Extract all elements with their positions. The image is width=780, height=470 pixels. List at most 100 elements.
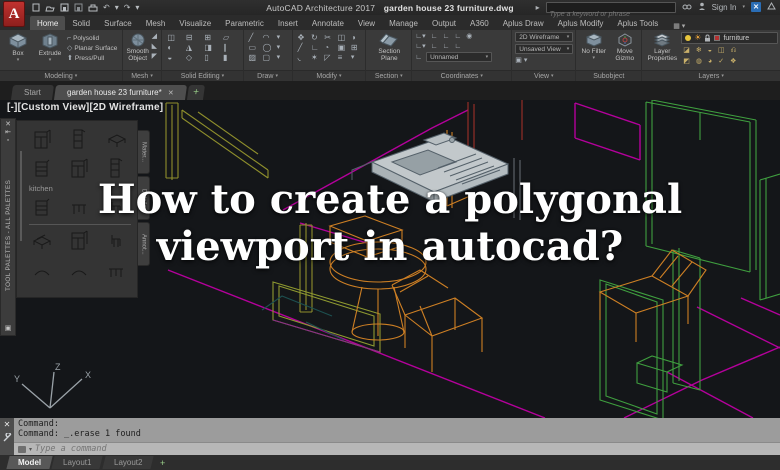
rectangle-icon[interactable]: ▢ — [263, 53, 274, 62]
ribbon-tab-solid[interactable]: Solid — [65, 16, 97, 30]
ribbon-tab-manage[interactable]: Manage — [382, 16, 425, 30]
visual-style-dropdown[interactable]: 2D Wireframe ▾ — [515, 32, 574, 42]
scale-icon[interactable]: ◔ — [324, 43, 334, 52]
named-view-dropdown[interactable]: Unsaved View ▾ — [515, 44, 574, 54]
mesh-refine-icon[interactable]: ◢ — [152, 32, 157, 41]
ribbon-tab-surface[interactable]: Surface — [97, 16, 139, 30]
planar-surface-button[interactable]: ◇ Planar Surface — [67, 44, 117, 53]
search-binoculars-icon[interactable] — [682, 3, 692, 12]
circle-flyout-icon[interactable]: ▾ — [277, 43, 288, 52]
layer-match-icon[interactable]: ◫ — [718, 46, 725, 55]
align-icon[interactable]: ≡ — [338, 53, 348, 62]
panel-label-modeling[interactable]: Modeling ▾ — [0, 70, 122, 81]
no-filter-button[interactable]: No Filter ▾ — [579, 32, 608, 61]
layer-dropdown[interactable]: ☀ furniture — [681, 32, 778, 44]
arc-icon[interactable]: ◠ — [263, 33, 274, 42]
layer-on-all-icon[interactable]: ◕ — [708, 57, 712, 66]
command-recent-dropdown-icon[interactable]: ▾ — [29, 446, 32, 453]
ucs-view-icon[interactable]: ◉ — [466, 32, 472, 41]
qat-dropdown-icon[interactable]: ▾ — [135, 3, 139, 12]
section-plane-button[interactable]: Section Plane — [369, 32, 409, 62]
no-filter-dropdown-icon[interactable]: ▾ — [593, 55, 596, 61]
ribbon-tab-parametric[interactable]: Parametric — [218, 16, 271, 30]
slice-icon[interactable]: ▱ — [223, 33, 239, 42]
layout-tab-layout1[interactable]: Layout1 — [51, 456, 104, 469]
command-customize-icon[interactable] — [3, 433, 12, 442]
panel-label-coordinates[interactable]: Coordinates ▾ — [412, 70, 512, 81]
layer-isolate-icon[interactable]: ◪ — [683, 46, 690, 55]
extract-edges-icon[interactable]: ◨ — [204, 43, 220, 52]
ribbon-tab-annotate[interactable]: Annotate — [305, 16, 351, 30]
imprint-icon[interactable]: ▯ — [204, 53, 220, 62]
layer-thaw-icon[interactable]: ☀ — [694, 34, 701, 42]
polyline-icon[interactable]: ▭ — [249, 43, 260, 52]
shell-icon[interactable]: ∥ — [223, 43, 239, 52]
mesh-split-icon[interactable]: ◤ — [152, 52, 157, 61]
file-tab-drawing[interactable]: garden house 23 furniture* ✕ — [53, 85, 187, 100]
fillet-icon[interactable]: ◟ — [298, 53, 308, 62]
ucs-named-dropdown[interactable]: Unnamed ▾ — [426, 52, 493, 62]
ucs-x-icon[interactable]: ∟ — [454, 42, 461, 51]
stretch-icon[interactable]: ▣ — [338, 43, 348, 52]
user-icon[interactable] — [698, 2, 706, 12]
command-input[interactable] — [35, 444, 776, 454]
ribbon-tab-view[interactable]: View — [351, 16, 382, 30]
ribbon-display-toggle-icon[interactable]: ▦ ▾ — [673, 22, 685, 30]
ucs-zaxis-icon[interactable]: ∟ — [431, 42, 438, 51]
ribbon-tab-home[interactable]: Home — [30, 16, 66, 30]
ucs-world-icon[interactable]: ∟▾ — [415, 32, 425, 41]
ucs-origin-icon[interactable]: ∟▾ — [415, 42, 425, 51]
layer-lock-icon[interactable] — [704, 34, 711, 42]
palette-tool-counter[interactable] — [100, 127, 133, 153]
layer-properties-button[interactable]: Layer Properties — [645, 32, 679, 62]
palette-tool-cabinet[interactable] — [27, 127, 60, 153]
file-tab-close-icon[interactable]: ✕ — [168, 89, 174, 97]
ribbon-tab-visualize[interactable]: Visualize — [172, 16, 218, 30]
panel-label-mesh[interactable]: Mesh ▾ — [122, 70, 162, 81]
plot-icon[interactable] — [88, 4, 98, 12]
rect-flyout-icon[interactable]: ▾ — [277, 53, 288, 62]
new-file-icon[interactable] — [32, 3, 40, 12]
autodesk-exchange-icon[interactable]: ✕ — [751, 2, 761, 12]
move-gizmo-button[interactable]: Move Gizmo — [610, 32, 639, 62]
rotate-icon[interactable]: ↻ — [311, 33, 321, 42]
redo-icon[interactable]: ↷ — [124, 3, 131, 12]
palette-properties-icon[interactable]: ▫ — [7, 137, 9, 145]
open-file-icon[interactable] — [45, 4, 55, 12]
layer-on-icon[interactable] — [685, 35, 692, 41]
layer-thaw-all-icon[interactable]: ◍ — [696, 57, 702, 66]
panel-label-subobject[interactable]: Subobject — [576, 70, 642, 81]
command-input-row[interactable]: ▾ — [14, 442, 780, 455]
search-arrow-icon[interactable]: ▸ — [536, 3, 540, 12]
layer-prev-icon[interactable]: ⎌ — [731, 46, 737, 55]
panel-label-layers[interactable]: Layers ▾ — [642, 70, 780, 81]
ucs-3point-icon[interactable]: ∟ — [442, 42, 449, 51]
separate-icon[interactable]: ◒ — [167, 53, 183, 62]
file-tab-start[interactable]: Start — [10, 85, 54, 100]
layer-current-icon[interactable]: ✓ — [718, 57, 724, 66]
panel-label-view[interactable]: View ▾ — [512, 70, 576, 81]
palette-tool-tall-cabinet[interactable] — [64, 127, 97, 153]
sign-in-button[interactable]: Sign In — [712, 3, 737, 12]
check-icon[interactable]: ◇ — [186, 53, 202, 62]
ucs-face-icon[interactable]: ∟ — [442, 32, 449, 41]
extrude-button[interactable]: Extrude ▾ — [35, 32, 65, 63]
undo-dropdown-icon[interactable]: ▾ — [115, 3, 119, 12]
trim-icon[interactable]: ✂ — [324, 33, 334, 42]
command-history[interactable]: Command: Command: _.erase 1 found — [14, 418, 780, 442]
draw-flyout-icon[interactable]: ▾ — [277, 33, 288, 42]
move-icon[interactable]: ✥ — [298, 33, 308, 42]
ribbon-tab-mesh[interactable]: Mesh — [139, 16, 173, 30]
chamfer-icon[interactable]: ◸ — [324, 53, 334, 62]
new-layout-button[interactable]: + — [154, 458, 171, 468]
layer-off-icon[interactable]: ◒ — [708, 46, 712, 55]
clean-icon[interactable]: ▮ — [223, 53, 239, 62]
press-pull-button[interactable]: ⬆ Press/Pull — [67, 54, 117, 63]
save-icon[interactable] — [60, 3, 69, 12]
offset-icon[interactable]: ∟ — [311, 43, 321, 52]
new-drawing-tab-button[interactable]: + — [186, 85, 205, 100]
palette-tab-materials[interactable]: Mater... — [138, 130, 150, 174]
palette-autohide-icon[interactable]: ⇤ — [5, 129, 11, 137]
union-icon[interactable]: ◫ — [167, 33, 183, 42]
palette-grip-icon[interactable]: ▣ — [5, 325, 12, 333]
